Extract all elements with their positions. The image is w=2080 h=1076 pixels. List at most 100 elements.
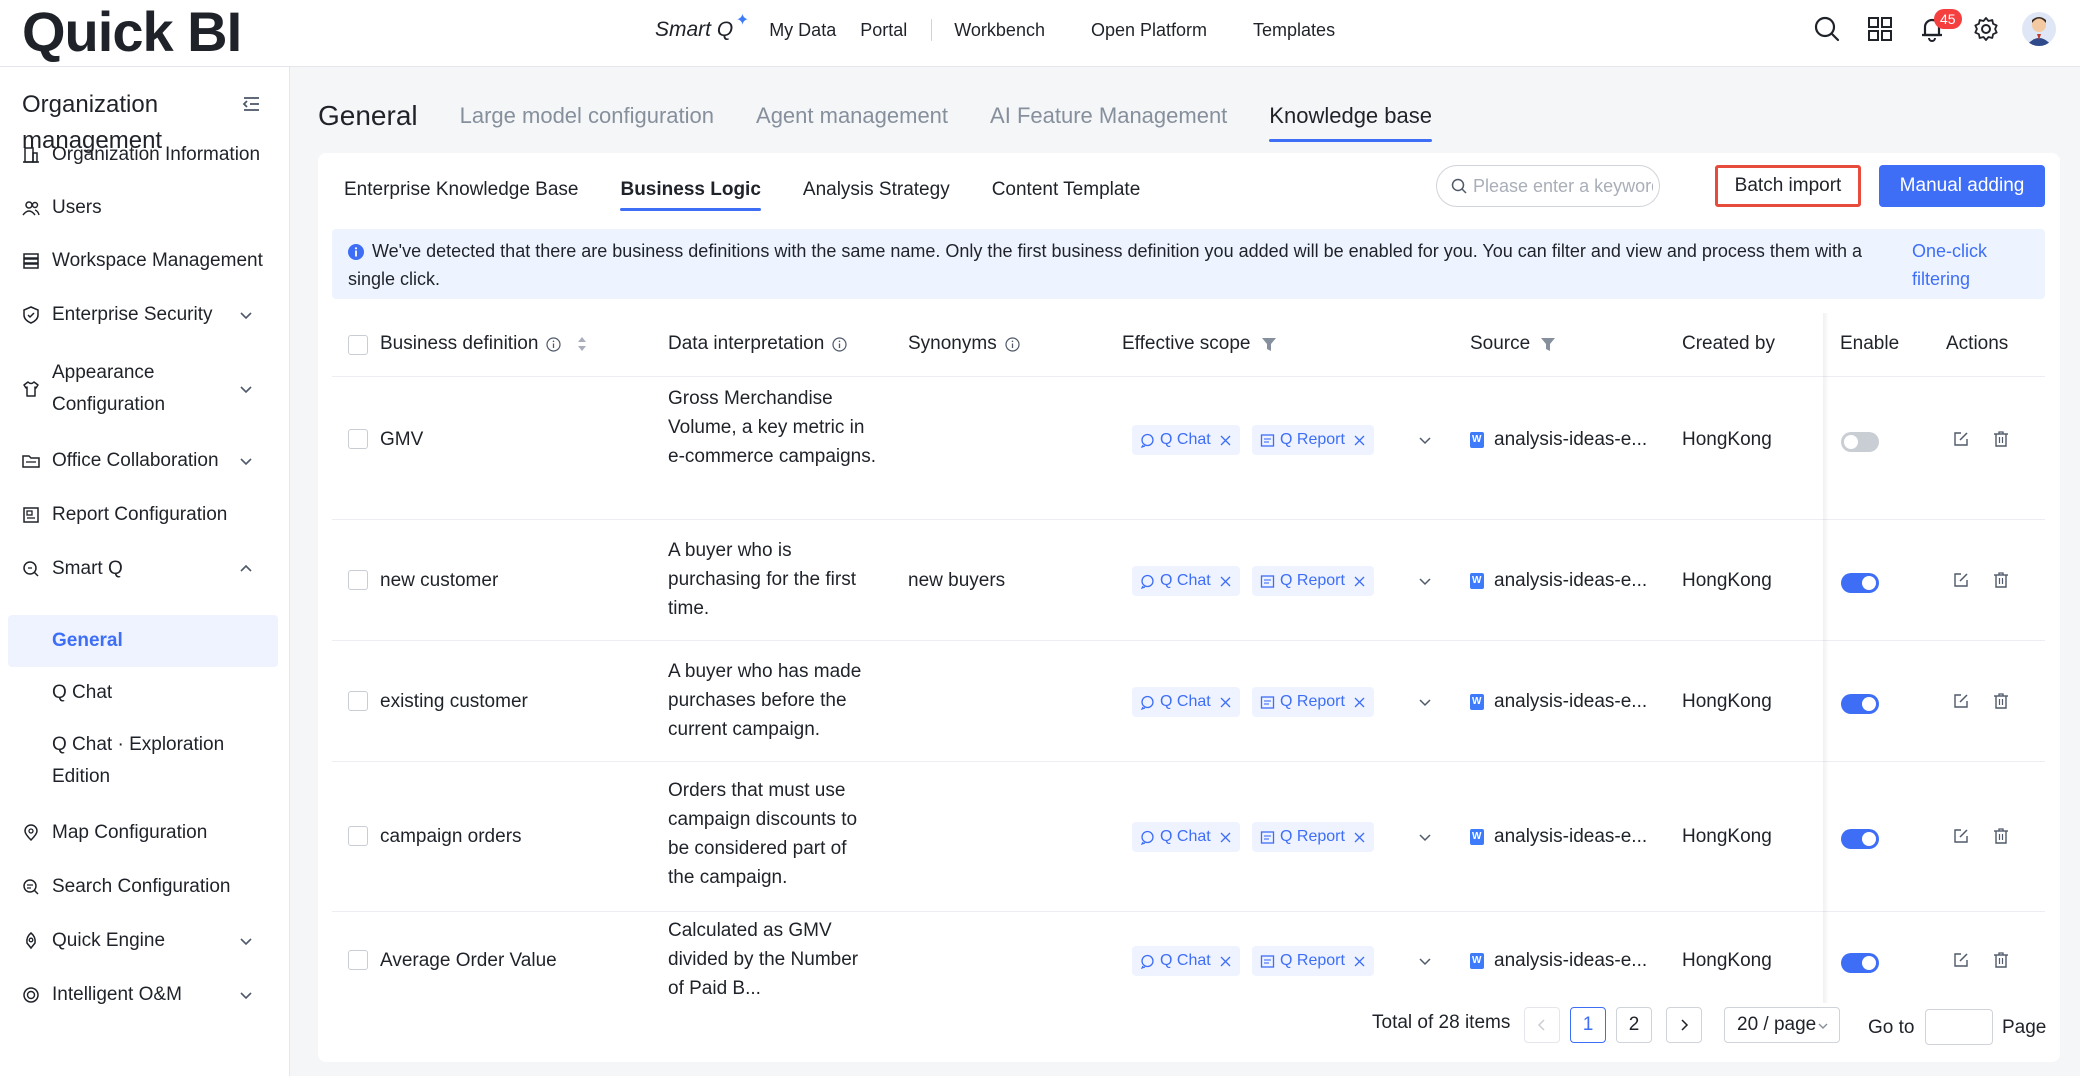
goto-page-input[interactable] [1925, 1009, 1993, 1045]
sidebar-item-label: Intelligent O&M [52, 984, 182, 1005]
chevron-down-icon[interactable] [1418, 433, 1432, 447]
keyword-search-input[interactable] [1473, 174, 1653, 198]
page-size-select[interactable]: 20 / page [1724, 1007, 1840, 1043]
filter-icon[interactable] [1540, 336, 1556, 352]
subtab-business-logic[interactable]: Business Logic [620, 175, 762, 211]
edit-icon[interactable] [1952, 430, 1970, 448]
chevron-down-icon[interactable] [1418, 695, 1432, 709]
tab-knowledge-base[interactable]: Knowledge base [1269, 96, 1432, 142]
trash-icon[interactable] [1992, 827, 2010, 845]
sidebar-subitem-general[interactable]: General [8, 615, 278, 667]
sidebar-item-map-configuration[interactable]: Map Configuration [0, 815, 290, 851]
source[interactable]: analysis-ideas-e... [1470, 425, 1647, 454]
sidebar-item-quick-engine[interactable]: Quick Engine [0, 923, 290, 959]
trash-icon[interactable] [1992, 430, 2010, 448]
select-all-checkbox[interactable] [348, 335, 368, 355]
search-config-icon [23, 879, 39, 895]
trash-icon[interactable] [1992, 951, 2010, 969]
enable-toggle[interactable] [1841, 829, 1879, 849]
close-icon[interactable] [1353, 696, 1366, 709]
close-icon[interactable] [1353, 434, 1366, 447]
row-checkbox[interactable] [348, 691, 368, 711]
sidebar-item-intelligent-om[interactable]: Intelligent O&M [0, 977, 290, 1013]
report-icon [1260, 433, 1275, 447]
subtab-enterprise-knowledge-base[interactable]: Enterprise Knowledge Base [344, 175, 578, 205]
gear-icon[interactable] [1972, 15, 2000, 43]
tab-ai-feature-management[interactable]: AI Feature Management [990, 96, 1227, 136]
edit-icon[interactable] [1952, 571, 1970, 589]
tab-large-model-configuration[interactable]: Large model configuration [460, 96, 714, 136]
nav-open-platform[interactable]: Open Platform [1091, 20, 1207, 41]
next-page-button[interactable] [1666, 1007, 1702, 1043]
sidebar-item-smart-q[interactable]: Smart Q [0, 551, 290, 587]
collapse-sidebar-icon[interactable] [240, 93, 262, 115]
info-circle-icon[interactable] [1005, 336, 1020, 352]
sidebar-item-appearance-configuration[interactable]: Appearance Configuration [0, 355, 290, 423]
chevron-down-icon [240, 312, 252, 320]
page-title[interactable]: General [318, 96, 418, 136]
close-icon[interactable] [1353, 955, 1366, 968]
grid-apps-icon[interactable] [1866, 15, 1894, 43]
source[interactable]: analysis-ideas-e... [1470, 946, 1647, 975]
one-click-filtering-link[interactable]: One-click filtering [1912, 237, 2022, 293]
business-definition: new customer [380, 570, 499, 591]
nav-portal[interactable]: Portal [860, 20, 907, 41]
scope-tag-q-chat: Q Chat [1132, 687, 1240, 717]
row-checkbox[interactable] [348, 429, 368, 449]
app-logo[interactable]: Quick BI [22, 2, 242, 62]
enable-toggle[interactable] [1841, 432, 1879, 452]
info-circle-icon[interactable] [546, 336, 562, 352]
edit-icon[interactable] [1952, 692, 1970, 710]
sidebar-item-enterprise-security[interactable]: Enterprise Security [0, 297, 290, 333]
sidebar-subitem-q-chat[interactable]: Q Chat [8, 671, 278, 715]
sidebar-subitem-q-chat-exploration[interactable]: Q Chat · Exploration Edition [8, 723, 278, 795]
sidebar-item-organization-information[interactable]: Organization Information [0, 137, 290, 173]
enable-toggle[interactable] [1841, 694, 1879, 714]
source[interactable]: analysis-ideas-e... [1470, 822, 1647, 851]
page-1-button[interactable]: 1 [1570, 1007, 1606, 1043]
sidebar-item-label: Workspace Management [52, 250, 263, 271]
prev-page-button[interactable] [1524, 1007, 1560, 1043]
nav-my-data[interactable]: My Data [769, 20, 836, 41]
sidebar-item-workspace-management[interactable]: Workspace Management [0, 243, 290, 279]
edit-icon[interactable] [1952, 951, 1970, 969]
close-icon[interactable] [1219, 696, 1232, 709]
source[interactable]: analysis-ideas-e... [1470, 687, 1647, 716]
edit-icon[interactable] [1952, 827, 1970, 845]
close-icon[interactable] [1353, 831, 1366, 844]
nav-templates[interactable]: Templates [1253, 20, 1335, 41]
trash-icon[interactable] [1992, 571, 2010, 589]
nav-smart-q[interactable]: Smart Q ✦ [655, 12, 749, 42]
row-checkbox[interactable] [348, 826, 368, 846]
sidebar-item-report-configuration[interactable]: Report Configuration [0, 497, 290, 533]
enable-toggle[interactable] [1841, 953, 1879, 973]
source[interactable]: analysis-ideas-e... [1470, 566, 1647, 595]
row-checkbox[interactable] [348, 570, 368, 590]
sidebar-item-users[interactable]: Users [0, 190, 290, 226]
sidebar-item-search-configuration[interactable]: Search Configuration [0, 869, 290, 905]
trash-icon[interactable] [1992, 692, 2010, 710]
user-avatar[interactable] [2022, 12, 2056, 46]
sidebar-item-office-collaboration[interactable]: Office Collaboration [0, 443, 290, 479]
sort-icon[interactable] [577, 334, 587, 354]
batch-import-button[interactable]: Batch import [1715, 165, 1861, 207]
filter-icon[interactable] [1261, 336, 1277, 352]
enable-toggle[interactable] [1841, 573, 1879, 593]
close-icon[interactable] [1219, 955, 1232, 968]
manual-adding-button[interactable]: Manual adding [1879, 165, 2045, 207]
row-checkbox[interactable] [348, 950, 368, 970]
nav-workbench[interactable]: Workbench [954, 20, 1045, 41]
chevron-down-icon[interactable] [1418, 574, 1432, 588]
chevron-down-icon[interactable] [1418, 954, 1432, 968]
search-icon[interactable] [1813, 15, 1841, 43]
tab-agent-management[interactable]: Agent management [756, 96, 948, 136]
close-icon[interactable] [1219, 831, 1232, 844]
page-2-button[interactable]: 2 [1616, 1007, 1652, 1043]
close-icon[interactable] [1219, 434, 1232, 447]
close-icon[interactable] [1219, 575, 1232, 588]
close-icon[interactable] [1353, 575, 1366, 588]
subtab-analysis-strategy[interactable]: Analysis Strategy [803, 175, 950, 205]
info-circle-icon[interactable] [832, 336, 847, 352]
chevron-down-icon[interactable] [1418, 830, 1432, 844]
subtab-content-template[interactable]: Content Template [992, 175, 1141, 205]
